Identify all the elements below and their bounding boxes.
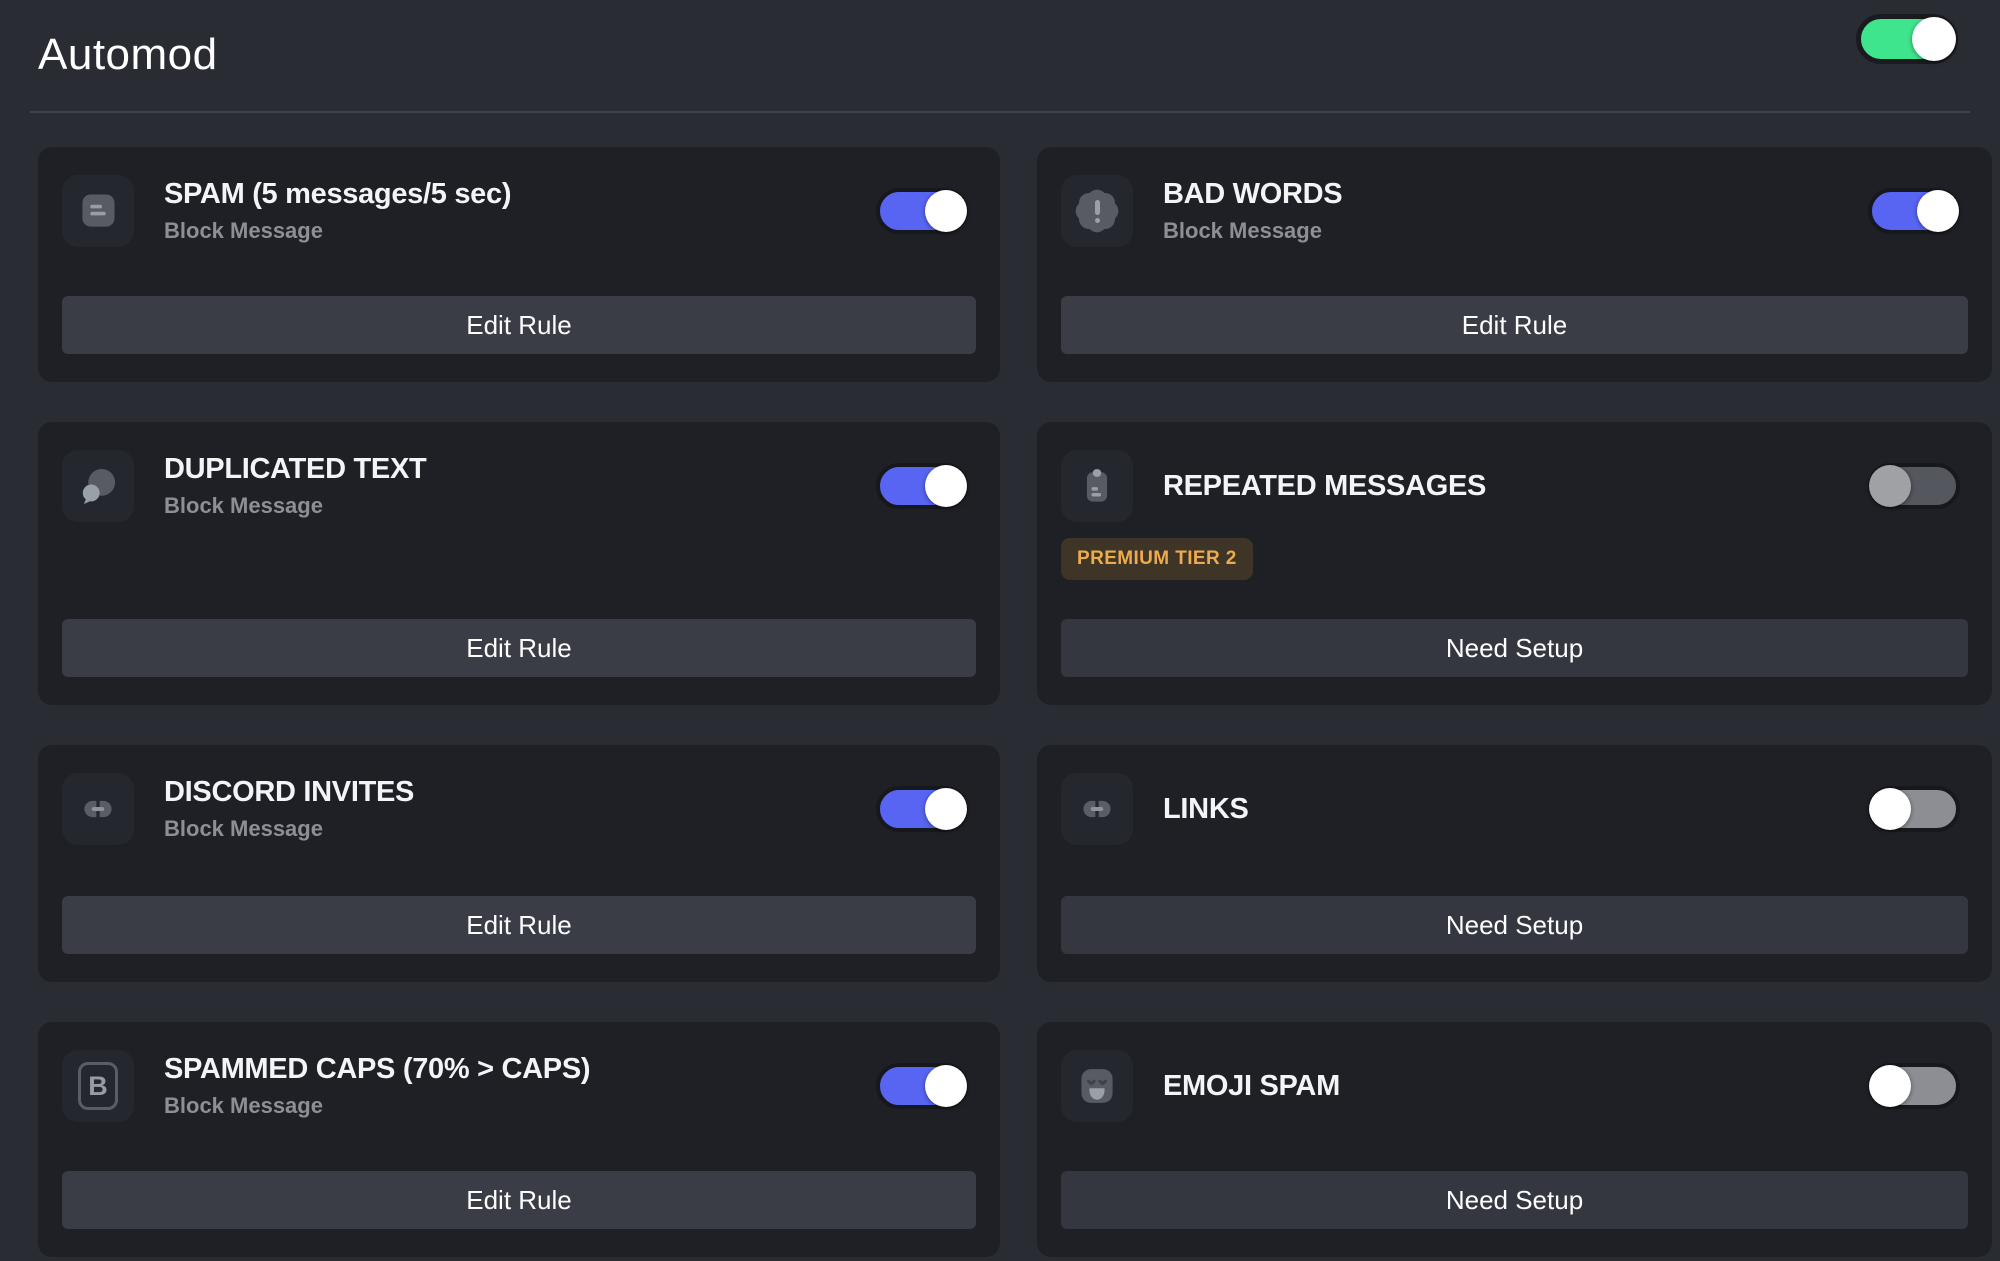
rule-toggle-spam[interactable] bbox=[876, 188, 968, 234]
card-header: EMOJI SPAM bbox=[1061, 1050, 1968, 1122]
rule-title: SPAM (5 messages/5 sec) bbox=[164, 178, 512, 210]
card-repeated-messages: REPEATED MESSAGES PREMIUM TIER 2 Need Se… bbox=[1037, 422, 1992, 705]
need-setup-button-emoji-spam[interactable]: Need Setup bbox=[1061, 1171, 1968, 1229]
message-lines-icon bbox=[62, 175, 134, 247]
rule-title: SPAMMED CAPS (70% > CAPS) bbox=[164, 1053, 591, 1085]
toggle-knob bbox=[925, 465, 967, 507]
rule-action: Block Message bbox=[164, 218, 323, 243]
premium-tier-badge: PREMIUM TIER 2 bbox=[1061, 538, 1253, 580]
badge-exclamation-icon bbox=[1061, 175, 1133, 247]
card-header: DUPLICATED TEXT Block Message bbox=[62, 450, 976, 522]
link-icon bbox=[62, 773, 134, 845]
edit-rule-button-bad-words[interactable]: Edit Rule bbox=[1061, 296, 1968, 354]
card-spam: SPAM (5 messages/5 sec) Block Message Ed… bbox=[38, 147, 1000, 382]
card-emoji-spam: EMOJI SPAM Need Setup bbox=[1037, 1022, 1992, 1257]
bold-icon: B bbox=[62, 1050, 134, 1122]
card-header: B SPAMMED CAPS (70% > CAPS) Block Messag… bbox=[62, 1050, 976, 1122]
rule-title: DUPLICATED TEXT bbox=[164, 453, 427, 485]
emoji-face-icon bbox=[1061, 1050, 1133, 1122]
card-header: LINKS bbox=[1061, 773, 1968, 845]
automod-master-toggle[interactable] bbox=[1856, 14, 1958, 64]
page-header: Automod bbox=[0, 0, 2000, 111]
card-header: REPEATED MESSAGES bbox=[1061, 450, 1968, 522]
rule-action: Block Message bbox=[1163, 218, 1322, 243]
automod-page: Automod SPAM (5 messages/5 sec) Block Me… bbox=[0, 0, 2000, 1261]
header-divider bbox=[30, 111, 1970, 113]
need-setup-button-links[interactable]: Need Setup bbox=[1061, 896, 1968, 954]
toggle-knob bbox=[1869, 465, 1911, 507]
card-discord-invites: DISCORD INVITES Block Message Edit Rule bbox=[38, 745, 1000, 982]
card-links: LINKS Need Setup bbox=[1037, 745, 1992, 982]
toggle-knob bbox=[1917, 190, 1959, 232]
need-setup-button-repeated-messages[interactable]: Need Setup bbox=[1061, 619, 1968, 677]
edit-rule-button-discord-invites[interactable]: Edit Rule bbox=[62, 896, 976, 954]
rule-title: EMOJI SPAM bbox=[1163, 1069, 1340, 1102]
rule-title: LINKS bbox=[1163, 792, 1249, 825]
card-header: BAD WORDS Block Message bbox=[1061, 175, 1968, 247]
clipboard-icon bbox=[1061, 450, 1133, 522]
rule-toggle-repeated-messages[interactable] bbox=[1868, 463, 1960, 509]
rule-title: BAD WORDS bbox=[1163, 178, 1343, 210]
rule-toggle-spammed-caps[interactable] bbox=[876, 1063, 968, 1109]
rules-grid: SPAM (5 messages/5 sec) Block Message Ed… bbox=[38, 147, 2000, 1257]
page-title: Automod bbox=[38, 30, 218, 79]
rule-toggle-bad-words[interactable] bbox=[1868, 188, 1960, 234]
card-bad-words: BAD WORDS Block Message Edit Rule bbox=[1037, 147, 1992, 382]
card-spammed-caps: B SPAMMED CAPS (70% > CAPS) Block Messag… bbox=[38, 1022, 1000, 1257]
edit-rule-button-spammed-caps[interactable]: Edit Rule bbox=[62, 1171, 976, 1229]
rule-action: Block Message bbox=[164, 1093, 323, 1118]
link-icon bbox=[1061, 773, 1133, 845]
toggle-knob bbox=[1869, 788, 1911, 830]
rule-toggle-emoji-spam[interactable] bbox=[1868, 1063, 1960, 1109]
chat-bubbles-icon bbox=[62, 450, 134, 522]
rule-toggle-links[interactable] bbox=[1868, 786, 1960, 832]
bold-glyph: B bbox=[78, 1062, 118, 1110]
toggle-knob bbox=[1869, 1065, 1911, 1107]
rule-action: Block Message bbox=[164, 816, 323, 841]
toggle-knob bbox=[925, 190, 967, 232]
rule-toggle-discord-invites[interactable] bbox=[876, 786, 968, 832]
toggle-knob bbox=[1912, 17, 1956, 61]
card-duplicated-text: DUPLICATED TEXT Block Message Edit Rule bbox=[38, 422, 1000, 705]
rule-toggle-duplicated-text[interactable] bbox=[876, 463, 968, 509]
edit-rule-button-spam[interactable]: Edit Rule bbox=[62, 296, 976, 354]
toggle-knob bbox=[925, 1065, 967, 1107]
rule-title: REPEATED MESSAGES bbox=[1163, 469, 1487, 502]
card-header: SPAM (5 messages/5 sec) Block Message bbox=[62, 175, 976, 247]
edit-rule-button-duplicated-text[interactable]: Edit Rule bbox=[62, 619, 976, 677]
card-header: DISCORD INVITES Block Message bbox=[62, 773, 976, 845]
toggle-knob bbox=[925, 788, 967, 830]
rule-action: Block Message bbox=[164, 493, 323, 518]
rule-title: DISCORD INVITES bbox=[164, 776, 415, 808]
